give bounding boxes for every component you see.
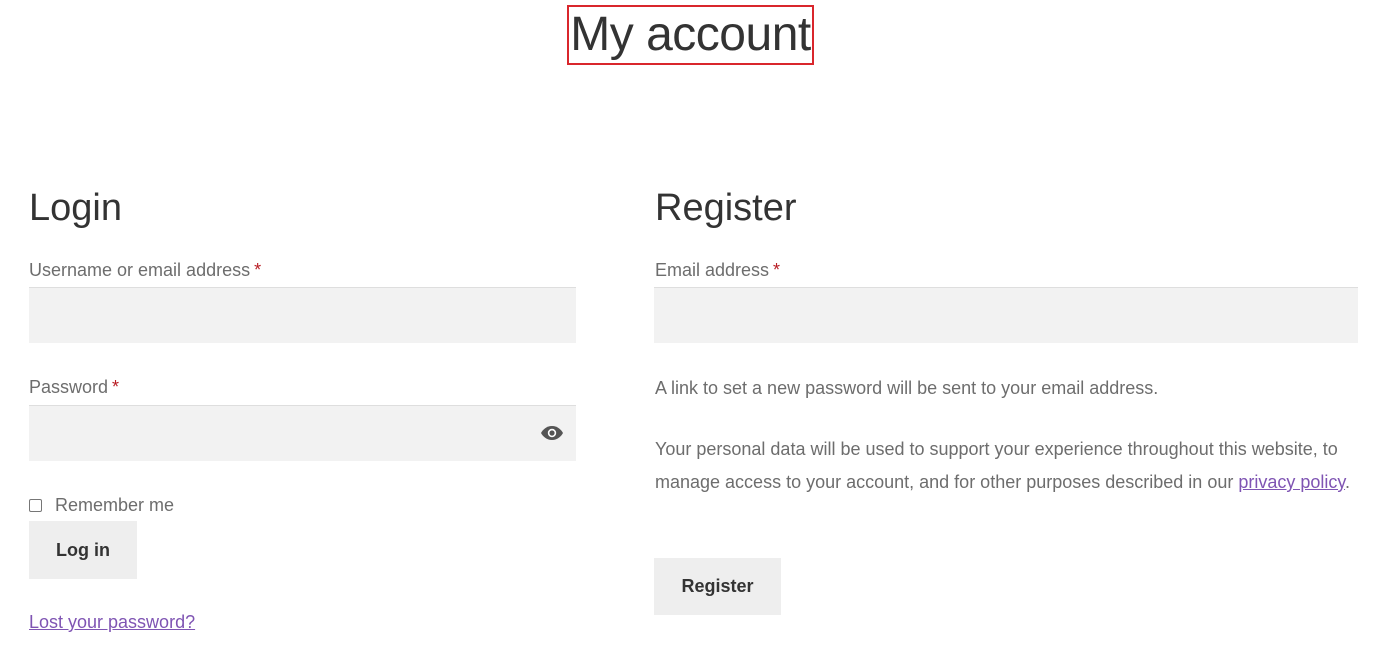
password-link-info: A link to set a new password will be sen… [655,378,1159,398]
privacy-notice: Your personal data will be used to suppo… [655,433,1358,499]
my-account-page: My account Login Username or email addre… [0,0,1374,646]
page-title-highlight: My account [567,5,814,65]
email-input[interactable] [654,287,1358,343]
remember-me-checkbox[interactable] [29,499,42,512]
show-password-eye-icon[interactable] [540,424,564,442]
password-label-text: Password [29,377,109,397]
login-button[interactable]: Log in [29,521,137,579]
username-label: Username or email address * [29,260,261,281]
password-label: Password * [29,377,119,398]
username-required-marker: * [254,260,262,280]
email-label-text: Email address [655,260,770,280]
login-section: Login Username or email address * Passwor… [29,184,576,632]
email-required-marker: * [773,260,781,280]
password-required-marker: * [112,377,120,397]
username-label-text: Username or email address [29,260,251,280]
lost-password-link[interactable]: Lost your password? [29,612,195,633]
remember-me-label: Remember me [55,495,175,515]
email-label: Email address * [655,260,780,281]
register-section: Register Email address * A link to set a … [654,184,1358,615]
username-input[interactable] [29,287,576,343]
login-heading: Login [29,187,122,229]
register-heading: Register [655,187,797,229]
privacy-notice-period: . [1345,472,1351,492]
remember-me-row[interactable]: Remember me [29,495,174,516]
privacy-notice-text: Your personal data will be used to suppo… [655,439,1338,492]
privacy-policy-link[interactable]: privacy policy [1238,472,1345,492]
register-button[interactable]: Register [654,558,781,615]
page-title: My account [570,8,811,61]
password-input[interactable] [29,405,576,461]
